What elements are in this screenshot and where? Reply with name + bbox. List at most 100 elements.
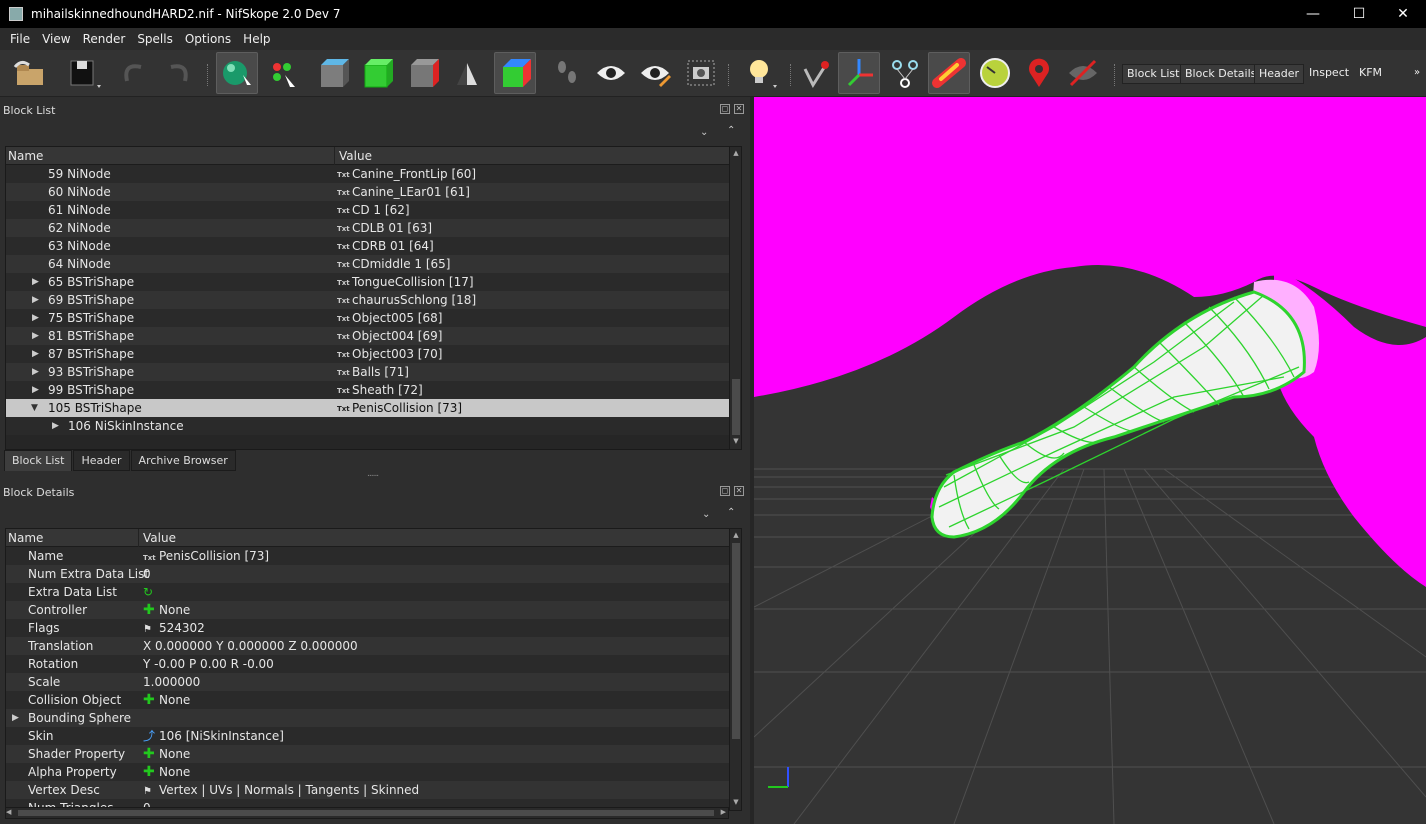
footprints-button[interactable]	[546, 52, 588, 94]
detail-row[interactable]: Skin ⤴ 106 [NiSkinInstance]	[6, 727, 730, 745]
expand-all-icon[interactable]: ⌃	[727, 507, 735, 518]
vertex-colors-button[interactable]	[494, 52, 536, 94]
block-list-toggle[interactable]: Block List	[1122, 64, 1185, 84]
select-tool-button[interactable]	[796, 52, 838, 94]
expand-arrow-icon[interactable]: ▶	[32, 309, 39, 327]
collapse-all-icon[interactable]: ⌄	[700, 127, 708, 138]
show-hidden-button[interactable]	[590, 52, 632, 94]
menu-options[interactable]: Options	[179, 28, 237, 50]
field-value[interactable]: PenisCollision [73]	[159, 549, 269, 563]
scroll-left-arrow-icon[interactable]: ◀	[6, 808, 11, 816]
detail-row[interactable]: Rotation Y -0.00 P 0.00 R -0.00	[6, 655, 730, 673]
detail-row[interactable]: Flags ⚑ 524302	[6, 619, 730, 637]
block-details-hscrollbar[interactable]: ◀ ▶	[5, 807, 729, 819]
block-list-row[interactable]: ▶ 69 BSTriShape Txt chaurusSchlong [18]	[6, 291, 730, 309]
screenshot-button[interactable]	[680, 52, 722, 94]
texture-view-button[interactable]	[356, 52, 398, 94]
redo-button[interactable]	[156, 52, 198, 94]
hscroll-thumb[interactable]	[18, 810, 714, 816]
block-details-toggle[interactable]: Block Details	[1180, 64, 1262, 84]
scroll-thumb[interactable]	[732, 379, 740, 435]
expand-arrow-icon[interactable]: ▶	[32, 345, 39, 363]
detail-row[interactable]: Name Txt PenisCollision [73]	[6, 547, 730, 565]
scroll-down-arrow-icon[interactable]: ▼	[730, 796, 741, 808]
menu-view[interactable]: View	[36, 28, 76, 50]
block-list-row[interactable]: ▶ 106 NiSkinInstance	[6, 417, 730, 435]
value-column-header[interactable]: Value	[143, 531, 176, 545]
block-list-row[interactable]: ▶ 87 BSTriShape Txt Object003 [70]	[6, 345, 730, 363]
scroll-down-arrow-icon[interactable]: ▼	[730, 435, 741, 447]
detail-row[interactable]: Num Extra Data List 0	[6, 565, 730, 583]
field-value[interactable]: 524302	[159, 621, 205, 635]
furniture-button[interactable]	[1018, 52, 1060, 94]
block-list-row[interactable]: ▶ 99 BSTriShape Txt Sheath [72]	[6, 381, 730, 399]
expand-arrow-icon[interactable]: ▶	[12, 709, 19, 727]
flat-view-button[interactable]	[446, 52, 488, 94]
block-list-tree[interactable]: Name Value 59 NiNode Txt Canine_FrontLip […	[5, 146, 742, 450]
block-list-row[interactable]: ▶ 75 BSTriShape Txt Object005 [68]	[6, 309, 730, 327]
expand-all-icon[interactable]: ⌃	[727, 125, 735, 136]
expand-arrow-icon[interactable]: ▶	[52, 417, 59, 435]
float-dock-button[interactable]: ◻	[720, 486, 730, 496]
block-list-row[interactable]: ▶ 93 BSTriShape Txt Balls [71]	[6, 363, 730, 381]
scroll-right-arrow-icon[interactable]: ▶	[721, 808, 726, 816]
name-column-header[interactable]: Name	[8, 149, 43, 163]
field-value[interactable]: Y -0.00 P 0.00 R -0.00	[143, 657, 274, 671]
detail-row[interactable]: Shader Property ✚ None	[6, 745, 730, 763]
close-dock-button[interactable]: ✕	[734, 104, 744, 114]
field-value[interactable]: None	[159, 603, 190, 617]
field-value[interactable]: X 0.000000 Y 0.000000 Z 0.000000	[143, 639, 358, 653]
block-list-row[interactable]: ▶ 81 BSTriShape Txt Object004 [69]	[6, 327, 730, 345]
detail-row[interactable]: Extra Data List ↻	[6, 583, 730, 601]
wireframe-view-button[interactable]	[402, 52, 444, 94]
splitter-grip[interactable]: ......	[367, 469, 379, 479]
block-details-tree[interactable]: Name Value Name Txt PenisCollision [73] Num…	[5, 528, 742, 811]
hide-markers-button[interactable]	[1062, 52, 1104, 94]
nodes-button[interactable]	[884, 52, 926, 94]
havok-button[interactable]	[928, 52, 970, 94]
field-value[interactable]: None	[159, 693, 190, 707]
block-details-scrollbar[interactable]: ▲ ▼	[729, 529, 741, 810]
tab-block-list[interactable]: Block List	[4, 450, 73, 471]
menu-help[interactable]: Help	[237, 28, 276, 50]
minimize-button[interactable]: —	[1290, 0, 1336, 28]
expand-arrow-icon[interactable]: ▶	[32, 381, 39, 399]
close-button[interactable]: ✕	[1380, 0, 1426, 28]
scroll-up-arrow-icon[interactable]: ▲	[730, 529, 741, 541]
field-value[interactable]: Vertex | UVs | Normals | Tangents | Skin…	[159, 783, 419, 797]
detail-row[interactable]: Translation X 0.000000 Y 0.000000 Z 0.000…	[6, 637, 730, 655]
kfm-toggle[interactable]: KFM	[1355, 64, 1386, 84]
menu-render[interactable]: Render	[77, 28, 132, 50]
field-value[interactable]: 106 [NiSkinInstance]	[159, 729, 284, 743]
select-vertex-button[interactable]	[262, 52, 304, 94]
expand-arrow-icon[interactable]: ▶	[32, 273, 39, 291]
detail-row[interactable]: ▶ Bounding Sphere	[6, 709, 730, 727]
toolbar-overflow-button[interactable]: »	[1410, 64, 1424, 84]
scroll-thumb[interactable]	[732, 543, 740, 739]
field-value[interactable]: None	[159, 765, 190, 779]
scroll-up-arrow-icon[interactable]: ▲	[730, 147, 741, 159]
show-markers-button[interactable]	[634, 52, 676, 94]
field-value[interactable]: 0	[143, 567, 151, 581]
block-list-row[interactable]: ▶ 65 BSTriShape Txt TongueCollision [17]	[6, 273, 730, 291]
select-object-button[interactable]	[216, 52, 258, 94]
lighting-button[interactable]	[738, 52, 780, 94]
float-dock-button[interactable]: ◻	[720, 104, 730, 114]
block-list-row[interactable]: 62 NiNode Txt CDLB 01 [63]	[6, 219, 730, 237]
detail-row[interactable]: Collision Object ✚ None	[6, 691, 730, 709]
menu-file[interactable]: File	[4, 28, 36, 50]
header-toggle[interactable]: Header	[1254, 64, 1305, 84]
block-list-row[interactable]: ▼ 105 BSTriShape Txt PenisCollision [73]	[6, 399, 730, 417]
name-column-header[interactable]: Name	[8, 531, 43, 545]
load-button[interactable]	[8, 52, 50, 94]
detail-row[interactable]: Scale 1.000000	[6, 673, 730, 691]
save-button[interactable]	[62, 52, 104, 94]
maximize-button[interactable]: ☐	[1336, 0, 1382, 28]
render-viewport[interactable]	[754, 97, 1426, 824]
detail-row[interactable]: Vertex Desc ⚑ Vertex | UVs | Normals | Tan…	[6, 781, 730, 799]
collapse-all-icon[interactable]: ⌄	[702, 509, 710, 520]
block-list-row[interactable]: 60 NiNode Txt Canine_LEar01 [61]	[6, 183, 730, 201]
expand-arrow-icon[interactable]: ▶	[32, 327, 39, 345]
block-list-scrollbar[interactable]: ▲ ▼	[729, 147, 741, 449]
menu-spells[interactable]: Spells	[131, 28, 179, 50]
